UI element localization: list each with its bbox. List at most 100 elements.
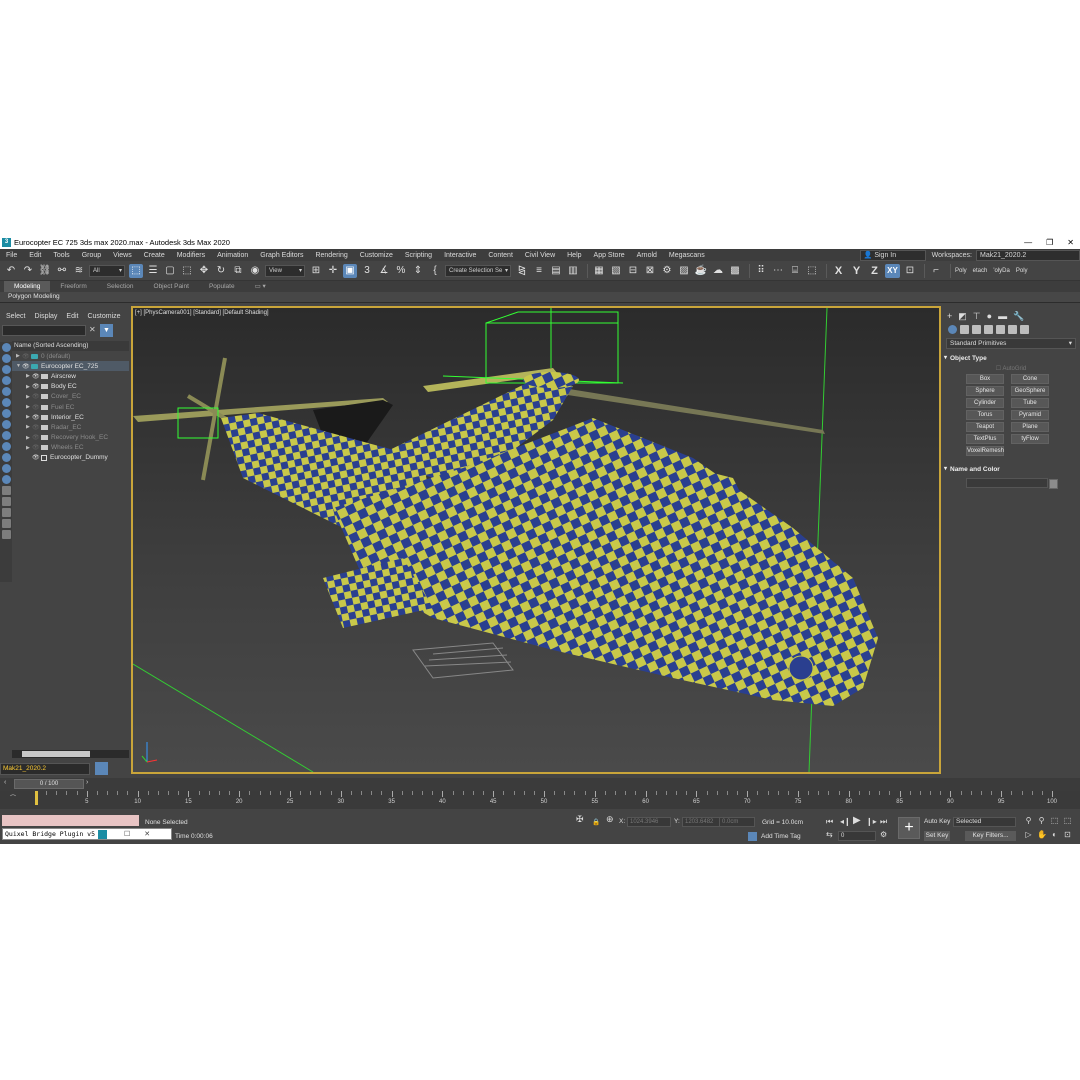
motion-tab-icon[interactable]: ● <box>987 311 992 321</box>
link-icon[interactable]: ⛓ <box>38 264 52 278</box>
sort-icon[interactable] <box>1 508 11 517</box>
display-geometry-icon[interactable] <box>1 343 11 352</box>
isolate-selection-icon[interactable]: ✠ <box>576 814 584 825</box>
geometry-icon[interactable] <box>948 325 957 334</box>
menu-graph-editors[interactable]: Graph Editors <box>254 252 309 259</box>
menu-modifiers[interactable]: Modifiers <box>171 252 211 259</box>
menu-app-store[interactable]: App Store <box>588 252 631 259</box>
explorer-menu-select[interactable]: Select <box>6 313 25 320</box>
primitive-category-dropdown[interactable]: Standard Primitives <box>946 338 1076 349</box>
visibility-eye-icon[interactable]: 👁 <box>32 393 41 400</box>
pivot-center-icon[interactable]: ⊞ <box>309 264 323 278</box>
close-button[interactable]: ✕ <box>1067 236 1074 249</box>
scene-tree-row[interactable]: ▶ 👁 Body EC <box>12 382 129 392</box>
visibility-eye-icon[interactable]: 👁 <box>32 404 41 411</box>
clear-search-icon[interactable]: ✕ <box>89 325 96 334</box>
toggle-scene-explorer-icon[interactable]: ▤ <box>549 264 563 278</box>
tab-selection[interactable]: Selection <box>97 281 144 292</box>
explorer-menu-edit[interactable]: Edit <box>66 313 78 320</box>
angle-snap-icon[interactable]: ∡ <box>377 264 391 278</box>
explorer-menu-customize[interactable]: Customize <box>87 313 120 320</box>
lock-selection-icon[interactable]: 🔒 <box>592 818 600 826</box>
sign-in-dropdown[interactable]: 👤 Sign In <box>859 249 926 261</box>
layer-icon[interactable] <box>1 530 11 539</box>
menu-tools[interactable]: Tools <box>47 252 75 259</box>
scene-tree-row[interactable]: ▶ 👁 0 (default) <box>12 351 129 361</box>
tab-populate[interactable]: Populate <box>199 281 245 292</box>
utilities-tab-icon[interactable]: 🔧 <box>1013 311 1024 322</box>
menu-scripting[interactable]: Scripting <box>399 252 438 259</box>
invert-display-icon[interactable] <box>1 497 11 506</box>
display-lights-icon[interactable] <box>1 365 11 374</box>
place-icon[interactable]: ◉ <box>248 264 262 278</box>
visibility-eye-icon[interactable]: 👁 <box>32 414 41 421</box>
systems-icon[interactable] <box>1020 325 1029 334</box>
scene-tree-row[interactable]: ▶ 👁 Airscrew <box>12 371 129 381</box>
track-bar[interactable]: ⌒ 5 10 15 20 25 30 35 40 45 50 55 60 65 70 75 80 85 90 95 1… <box>0 791 1080 809</box>
x-coordinate-field[interactable]: 1024.3946 <box>627 817 671 827</box>
primitive-textplus-button[interactable]: TextPlus <box>966 434 1004 444</box>
orbit-icon[interactable]: ◐ <box>1050 830 1059 839</box>
select-move-icon[interactable]: ✥ <box>197 264 211 278</box>
menu-create[interactable]: Create <box>138 252 171 259</box>
set-keys-icon[interactable]: + <box>898 817 920 839</box>
menu-edit[interactable]: Edit <box>23 252 47 259</box>
name-and-color-rollout[interactable]: Name and Color <box>942 464 1080 475</box>
shapes-icon[interactable] <box>960 325 969 334</box>
close-listener-icon[interactable]: ✕ <box>144 830 150 838</box>
menu-file[interactable]: File <box>0 252 23 259</box>
primitive-geosphere-button[interactable]: GeoSphere <box>1011 386 1049 396</box>
render-production-icon[interactable]: ☕ <box>694 264 708 278</box>
curve-editor-icon[interactable]: ▧ <box>609 264 623 278</box>
explorer-menu-display[interactable]: Display <box>34 313 57 320</box>
display-none-icon[interactable] <box>1 486 11 495</box>
auto-key-button[interactable]: Auto Key <box>924 818 950 825</box>
zoom-extents-icon[interactable]: ⬚ <box>1050 816 1059 825</box>
time-slider-thumb[interactable]: 0 / 100 <box>14 779 84 789</box>
zoom-all-icon[interactable]: ⚲ <box>1037 816 1046 825</box>
primitive-cone-button[interactable]: Cone <box>1011 374 1049 384</box>
polygon-modeling-panel[interactable]: Polygon Modeling <box>8 293 60 300</box>
absolute-mode-icon[interactable]: ⊕ <box>606 814 614 825</box>
previous-frame-icon[interactable]: ‹ <box>4 779 6 786</box>
select-manipulate-icon[interactable]: ✛ <box>326 264 340 278</box>
time-configuration-icon[interactable]: ⚙ <box>880 830 887 839</box>
corner-icon[interactable]: ⌐ <box>929 264 943 278</box>
axis-constraints-icon[interactable]: ⊡ <box>903 264 917 278</box>
poly-label[interactable]: Poly <box>955 268 967 274</box>
schematic-view-icon[interactable]: ⊟ <box>626 264 640 278</box>
hierarchy-tab-icon[interactable]: ⊤ <box>973 311 981 322</box>
display-shapes-icon[interactable] <box>1 354 11 363</box>
redo-icon[interactable]: ↷ <box>21 264 35 278</box>
previous-key-icon[interactable]: ◂❙ <box>840 817 851 826</box>
select-scale-icon[interactable]: ⧉ <box>231 264 245 278</box>
render-in-cloud-icon[interactable]: ▩ <box>728 264 742 278</box>
render-iterative-icon[interactable]: ☁ <box>711 264 725 278</box>
display-bones-icon[interactable] <box>1 431 11 440</box>
snapshot-icon[interactable]: ⌸ <box>788 264 802 278</box>
axis-z-button[interactable]: Z <box>867 264 882 278</box>
primitive-box-button[interactable]: Box <box>966 374 1004 384</box>
tab-freeform[interactable]: Freeform <box>50 281 96 292</box>
pan-view-icon[interactable]: ✋ <box>1037 830 1047 839</box>
viewport-label[interactable]: [+] [PhysCamera001] [Standard] [Default … <box>135 310 269 316</box>
scrollbar-thumb[interactable] <box>22 751 90 757</box>
primitive-voxelremesh-button[interactable]: VoxelRemesh <box>966 446 1004 456</box>
reference-coordinate-dropdown[interactable]: View <box>265 264 305 277</box>
select-by-name-icon[interactable]: ☰ <box>146 264 160 278</box>
menu-views[interactable]: Views <box>107 252 138 259</box>
create-tab-icon[interactable]: + <box>947 311 952 321</box>
toggle-ribbon-icon[interactable]: ▦ <box>592 264 606 278</box>
primitive-cylinder-button[interactable]: Cylinder <box>966 398 1004 408</box>
menu-rendering[interactable]: Rendering <box>309 252 353 259</box>
explorer-scrollbar[interactable] <box>12 750 129 758</box>
snaps-toggle-icon[interactable]: 3 <box>360 264 374 278</box>
maximize-button[interactable]: ❐ <box>1046 236 1053 249</box>
scene-tree-row[interactable]: 👁 Eurocopter_Dummy <box>12 453 129 463</box>
object-color-swatch[interactable] <box>1049 479 1058 489</box>
menu-megascans[interactable]: Megascans <box>663 252 711 259</box>
material-editor-icon[interactable]: ⊠ <box>643 264 657 278</box>
visibility-eye-icon[interactable]: 👁 <box>32 454 41 461</box>
object-type-rollout[interactable]: Object Type <box>942 353 1080 364</box>
display-frozen-icon[interactable] <box>1 453 11 462</box>
